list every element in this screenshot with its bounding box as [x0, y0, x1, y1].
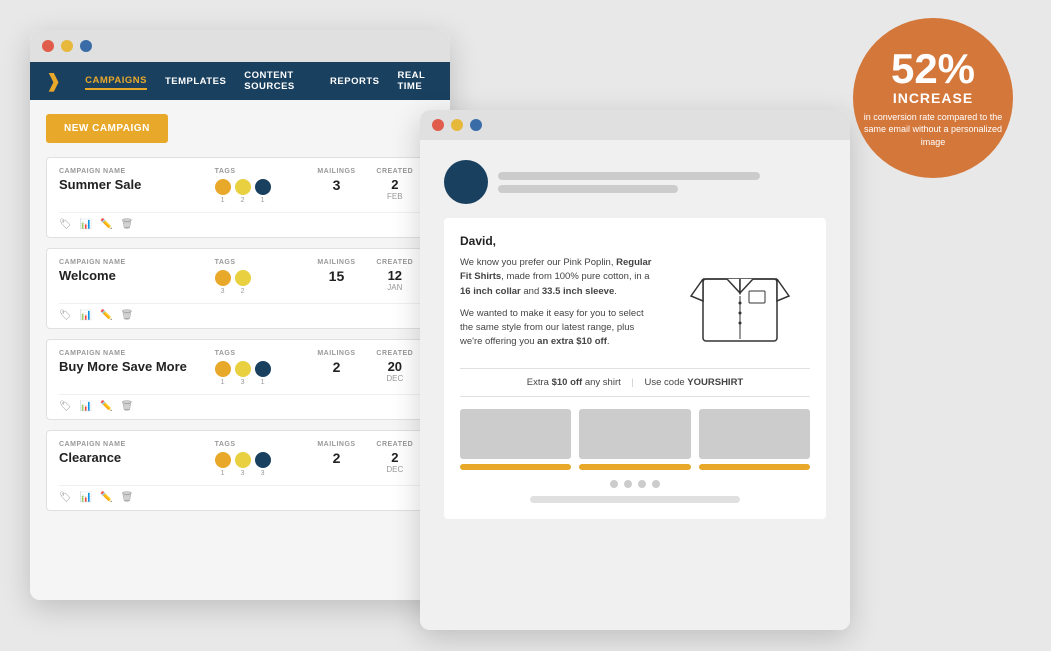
dot-2 [624, 480, 632, 488]
chart-icon[interactable]: 📊 [80, 219, 92, 230]
conversion-badge: 52% INCREASE in conversion rate compared… [853, 18, 1013, 178]
chart-icon[interactable]: 📊 [80, 310, 92, 321]
nav-content-sources[interactable]: CONTENT SOURCES [244, 68, 312, 94]
left-titlebar [30, 30, 450, 62]
email-titlebar [420, 110, 850, 140]
email-content: David, We know you prefer our Pink Popli… [444, 218, 826, 519]
tag-icon[interactable]: 🏷 [59, 492, 72, 503]
tag-icon[interactable]: 🏷 [59, 310, 72, 321]
chart-icon[interactable]: 📊 [80, 401, 92, 412]
campaign-card-3: CAMPAIGN NAME Clearance TAGS 1 3 3 MAILI… [46, 430, 434, 511]
badge-description: in conversion rate compared to the same … [863, 111, 1003, 149]
email-dots [460, 480, 810, 488]
product-1 [460, 409, 571, 470]
delete-icon[interactable]: 🗑 [121, 310, 134, 321]
delete-icon[interactable]: 🗑 [121, 401, 134, 412]
email-img-col [670, 234, 810, 358]
dot-1 [610, 480, 618, 488]
nav-templates[interactable]: TEMPLATES [165, 74, 226, 89]
nav-reports[interactable]: REPORTS [330, 74, 379, 89]
campaigns-list: CAMPAIGN NAME Summer Sale TAGS 1 2 1 MAI… [46, 157, 434, 511]
campaigns-body: NEW CAMPAIGN CAMPAIGN NAME Summer Sale T… [30, 100, 450, 600]
email-products [460, 409, 810, 470]
product-img-2 [579, 409, 690, 459]
tag-icon[interactable]: 🏷 [59, 219, 72, 230]
dot-3 [638, 480, 646, 488]
avatar [444, 160, 488, 204]
badge-increase-label: INCREASE [893, 90, 973, 106]
email-main-row: David, We know you prefer our Pink Popli… [460, 234, 810, 358]
email-paragraph-2: We wanted to make it easy for you to sel… [460, 307, 656, 350]
nav-bar: ❱ CAMPAIGNS TEMPLATES CONTENT SOURCES RE… [30, 62, 450, 100]
product-img-1 [460, 409, 571, 459]
email-footer-line [530, 496, 740, 503]
right-window: David, We know you prefer our Pink Popli… [420, 110, 850, 630]
dot-4 [652, 480, 660, 488]
product-bar-2 [579, 464, 690, 470]
dot-blue-2 [470, 119, 482, 131]
delete-icon[interactable]: 🗑 [121, 492, 134, 503]
header-line-2 [498, 185, 678, 193]
campaign-card-1: CAMPAIGN NAME Welcome TAGS 3 2 MAILINGS … [46, 248, 434, 329]
nav-campaigns[interactable]: CAMPAIGNS [85, 73, 147, 90]
product-3 [699, 409, 810, 470]
edit-icon[interactable]: ✏️ [100, 219, 112, 230]
header-lines [498, 172, 826, 193]
tag-icon[interactable]: 🏷 [59, 401, 72, 412]
scene: ❱ CAMPAIGNS TEMPLATES CONTENT SOURCES RE… [0, 0, 1051, 651]
edit-icon[interactable]: ✏️ [100, 492, 112, 503]
email-text-col: David, We know you prefer our Pink Popli… [460, 234, 656, 358]
email-body: David, We know you prefer our Pink Popli… [420, 140, 850, 630]
email-paragraph-1: We know you prefer our Pink Poplin, Regu… [460, 256, 656, 299]
chart-icon[interactable]: 📊 [80, 492, 92, 503]
dot-yellow-2 [451, 119, 463, 131]
email-header [444, 160, 826, 204]
product-bar-3 [699, 464, 810, 470]
dot-yellow [61, 40, 73, 52]
product-2 [579, 409, 690, 470]
email-promo-bar: Extra $10 off any shirt | Use code YOURS… [460, 368, 810, 397]
delete-icon[interactable]: 🗑 [121, 219, 134, 230]
product-img-3 [699, 409, 810, 459]
left-window: ❱ CAMPAIGNS TEMPLATES CONTENT SOURCES RE… [30, 30, 450, 600]
product-bar-1 [460, 464, 571, 470]
edit-icon[interactable]: ✏️ [100, 401, 112, 412]
email-greeting: David, [460, 234, 656, 248]
dot-blue [80, 40, 92, 52]
new-campaign-button[interactable]: NEW CAMPAIGN [46, 114, 168, 143]
campaign-card-2: CAMPAIGN NAME Buy More Save More TAGS 1 … [46, 339, 434, 420]
header-line-1 [498, 172, 760, 180]
dot-red [42, 40, 54, 52]
nav-real-time[interactable]: REAL TIME [397, 68, 434, 94]
edit-icon[interactable]: ✏️ [100, 310, 112, 321]
campaign-card-0: CAMPAIGN NAME Summer Sale TAGS 1 2 1 MAI… [46, 157, 434, 238]
badge-percent: 52% [891, 48, 975, 90]
shirt-svg [685, 241, 795, 351]
dot-red-2 [432, 119, 444, 131]
nav-logo: ❱ [46, 71, 61, 92]
